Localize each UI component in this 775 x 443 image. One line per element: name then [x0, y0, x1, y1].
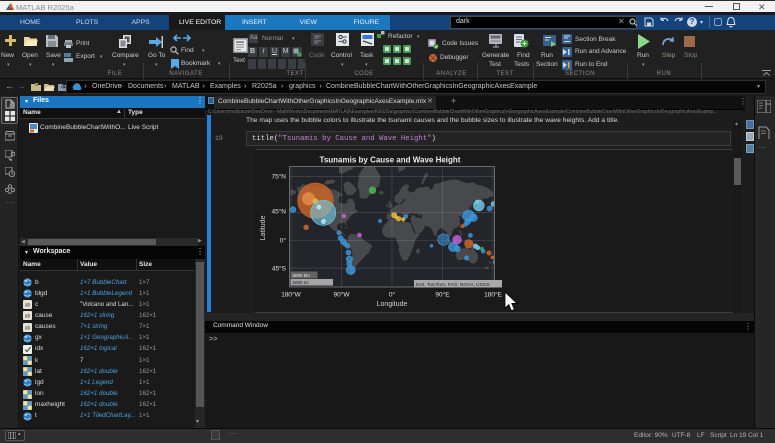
svg-text:45°S: 45°S	[272, 264, 287, 272]
svg-text:Esri, TomTom, FAO, NOAA, USGS: Esri, TomTom, FAO, NOAA, USGS	[416, 282, 490, 288]
svg-text:45°N: 45°N	[271, 208, 286, 216]
svg-text:180°E: 180°E	[484, 291, 502, 299]
svg-text:ab: ab	[25, 325, 31, 331]
svg-text:5000 mi: 5000 mi	[293, 280, 309, 285]
svg-text:Latitude: Latitude	[260, 215, 267, 240]
svg-text:Tsunamis by Cause and Wave Hei: Tsunamis by Cause and Wave Height	[320, 156, 461, 165]
svg-text:Longitude: Longitude	[377, 301, 408, 308]
svg-text:75°N: 75°N	[271, 173, 286, 181]
svg-text:90°E: 90°E	[435, 291, 450, 299]
svg-text:90°W: 90°W	[334, 291, 351, 299]
svg-text:0°: 0°	[280, 237, 287, 245]
svg-text:0°: 0°	[389, 291, 396, 299]
svg-text:180°W: 180°W	[281, 291, 301, 299]
svg-text:ab: ab	[25, 303, 31, 309]
svg-text:5000 km: 5000 km	[293, 273, 311, 278]
svg-text:ab: ab	[25, 314, 31, 320]
